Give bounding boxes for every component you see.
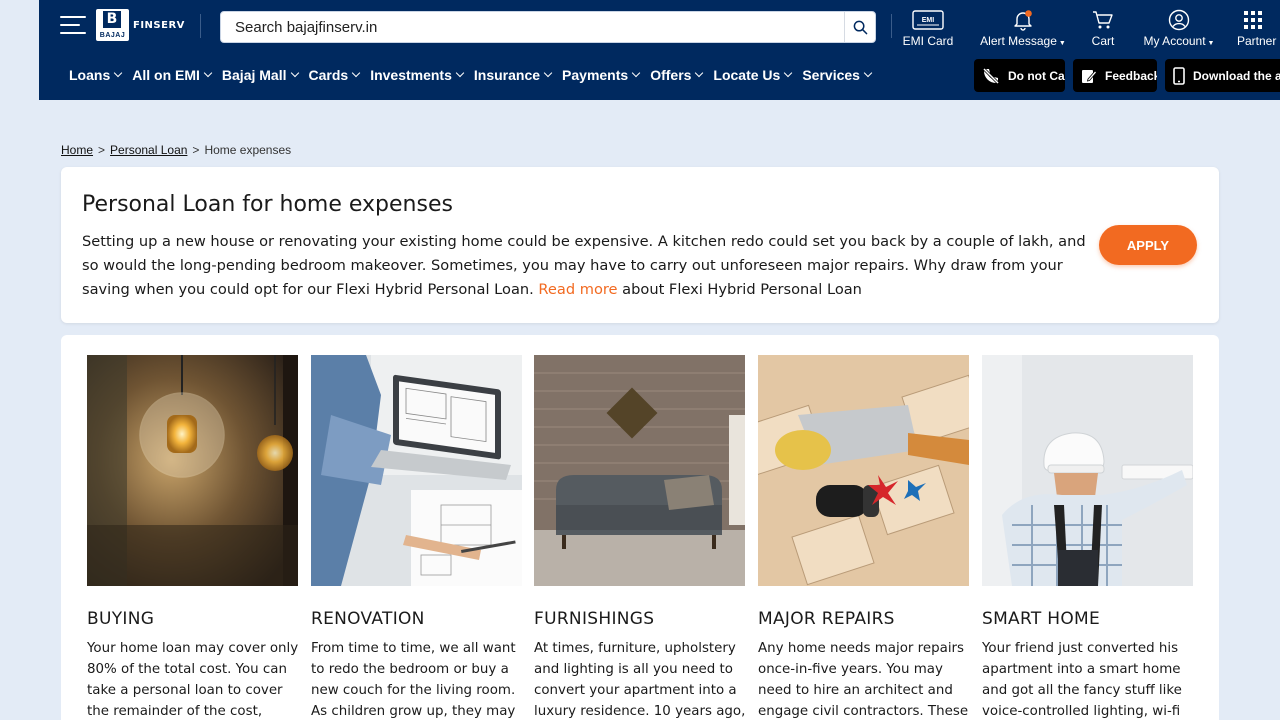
card-title: MAJOR REPAIRS xyxy=(758,609,895,629)
top-bar: B BAJAJ FINSERV EMI EMI Card Alert Messa… xyxy=(39,0,1280,54)
chevron-down-icon xyxy=(113,68,123,78)
cart-button[interactable]: Cart xyxy=(1087,6,1119,48)
chevron-down-icon xyxy=(351,68,361,78)
do-not-call-button[interactable]: Do not Call xyxy=(974,59,1065,92)
emi-card-icon: EMI xyxy=(912,8,944,32)
my-account-button[interactable]: My Account ▼ xyxy=(1139,6,1219,48)
feedback-icon xyxy=(1081,67,1097,85)
card-smart-home: SMART HOME Your friend just converted hi… xyxy=(982,355,1193,720)
nav-menu: Loans All on EMI Bajaj Mall Cards Invest… xyxy=(69,67,882,83)
logo-mark: B BAJAJ xyxy=(96,9,129,41)
main-nav: Loans All on EMI Bajaj Mall Cards Invest… xyxy=(39,54,1280,100)
breadcrumb-personal-loan[interactable]: Personal Loan xyxy=(110,143,187,157)
tool-label: My Account ▼ xyxy=(1143,34,1215,48)
card-title: FURNISHINGS xyxy=(534,609,655,629)
tool-label: Partner xyxy=(1237,34,1277,48)
card-buying: BUYING Your home loan may cover only 80%… xyxy=(87,355,298,720)
pill-label: Feedback xyxy=(1105,68,1157,83)
search-input[interactable] xyxy=(235,12,835,42)
buying-image xyxy=(87,355,298,586)
chevron-down-icon xyxy=(631,68,641,78)
nav-item-investments[interactable]: Investments xyxy=(370,67,465,83)
card-title: SMART HOME xyxy=(982,609,1101,629)
nav-item-bajaj-mall[interactable]: Bajaj Mall xyxy=(222,67,299,83)
major-repairs-image xyxy=(758,355,969,586)
breadcrumb-current: Home expenses xyxy=(204,143,292,157)
partner-button[interactable]: Partner xyxy=(1237,6,1280,48)
tool-label: Alert Message ▼ xyxy=(980,34,1066,48)
card-text: Any home needs major repairs once-in-fiv… xyxy=(758,641,969,719)
chevron-down-icon xyxy=(695,68,704,78)
cart-icon xyxy=(1092,8,1114,32)
card-text: At times, furniture, upholstery and ligh… xyxy=(534,641,746,719)
download-app-button[interactable]: Download the a xyxy=(1165,59,1280,92)
card-text: Your home loan may cover only 80% of the… xyxy=(87,641,299,719)
apply-button[interactable]: APPLY xyxy=(1099,225,1197,265)
no-phone-icon xyxy=(982,67,1000,85)
tool-label: EMI Card xyxy=(902,34,954,48)
nav-item-locate-us[interactable]: Locate Us xyxy=(713,67,793,83)
chevron-down-icon xyxy=(290,68,299,78)
breadcrumb: Home > Personal Loan > Home expenses xyxy=(61,143,291,157)
bajaj-finserv-logo[interactable]: B BAJAJ FINSERV xyxy=(96,9,185,41)
site-header: B BAJAJ FINSERV EMI EMI Card Alert Messa… xyxy=(39,0,1280,100)
nav-item-all-on-emi[interactable]: All on EMI xyxy=(132,67,213,83)
chevron-down-icon xyxy=(543,68,553,78)
furnishings-image xyxy=(534,355,745,586)
divider xyxy=(200,14,201,38)
breadcrumb-separator: > xyxy=(98,143,106,157)
card-furnishings: FURNISHINGS At times, furniture, upholst… xyxy=(534,355,745,720)
pill-label: Download the a xyxy=(1193,68,1280,83)
breadcrumb-separator: > xyxy=(192,143,200,157)
card-title: BUYING xyxy=(87,609,155,629)
chevron-down-icon xyxy=(455,68,465,78)
tool-label: Cart xyxy=(1091,34,1115,48)
card-title: RENOVATION xyxy=(311,609,425,629)
search-box xyxy=(220,11,876,43)
nav-item-loans[interactable]: Loans xyxy=(69,67,123,83)
alert-message-button[interactable]: Alert Message ▼ xyxy=(977,6,1069,48)
page-title: Personal Loan for home expenses xyxy=(82,192,453,217)
svg-text:EMI: EMI xyxy=(922,17,935,24)
search-button[interactable] xyxy=(844,12,875,42)
logo-text: FINSERV xyxy=(133,19,185,31)
nav-item-offers[interactable]: Offers xyxy=(650,67,704,83)
smart-home-image xyxy=(982,355,1193,586)
mobile-icon xyxy=(1173,66,1185,85)
nav-item-insurance[interactable]: Insurance xyxy=(474,67,553,83)
emi-card-button[interactable]: EMI EMI Card xyxy=(901,6,955,48)
breadcrumb-home[interactable]: Home xyxy=(61,143,93,157)
card-major-repairs: MAJOR REPAIRS Any home needs major repai… xyxy=(758,355,969,720)
search-icon xyxy=(853,20,867,34)
nav-item-payments[interactable]: Payments xyxy=(562,67,641,83)
nav-item-cards[interactable]: Cards xyxy=(309,67,361,83)
read-more-link[interactable]: Read more xyxy=(538,281,617,298)
intro-card: Personal Loan for home expenses Setting … xyxy=(61,167,1219,323)
expense-cards: BUYING Your home loan may cover only 80%… xyxy=(61,335,1219,720)
chevron-down-icon xyxy=(784,68,793,78)
card-text: From time to time, we all want to redo t… xyxy=(311,641,516,719)
intro-text: Setting up a new house or renovating you… xyxy=(82,233,1086,298)
divider xyxy=(891,14,892,38)
feedback-button[interactable]: Feedback xyxy=(1073,59,1157,92)
chevron-down-icon xyxy=(863,68,873,78)
pill-label: Do not Call xyxy=(1008,68,1065,83)
card-renovation: RENOVATION From time to time, we all wan… xyxy=(311,355,522,720)
grid-icon xyxy=(1243,8,1263,32)
card-text: Your friend just converted his apartment… xyxy=(982,641,1182,719)
user-icon xyxy=(1168,8,1190,32)
chevron-down-icon xyxy=(203,68,213,78)
nav-item-services[interactable]: Services xyxy=(802,67,873,83)
bell-icon xyxy=(1012,8,1034,32)
renovation-image xyxy=(311,355,522,586)
hamburger-menu-icon[interactable] xyxy=(60,14,86,36)
